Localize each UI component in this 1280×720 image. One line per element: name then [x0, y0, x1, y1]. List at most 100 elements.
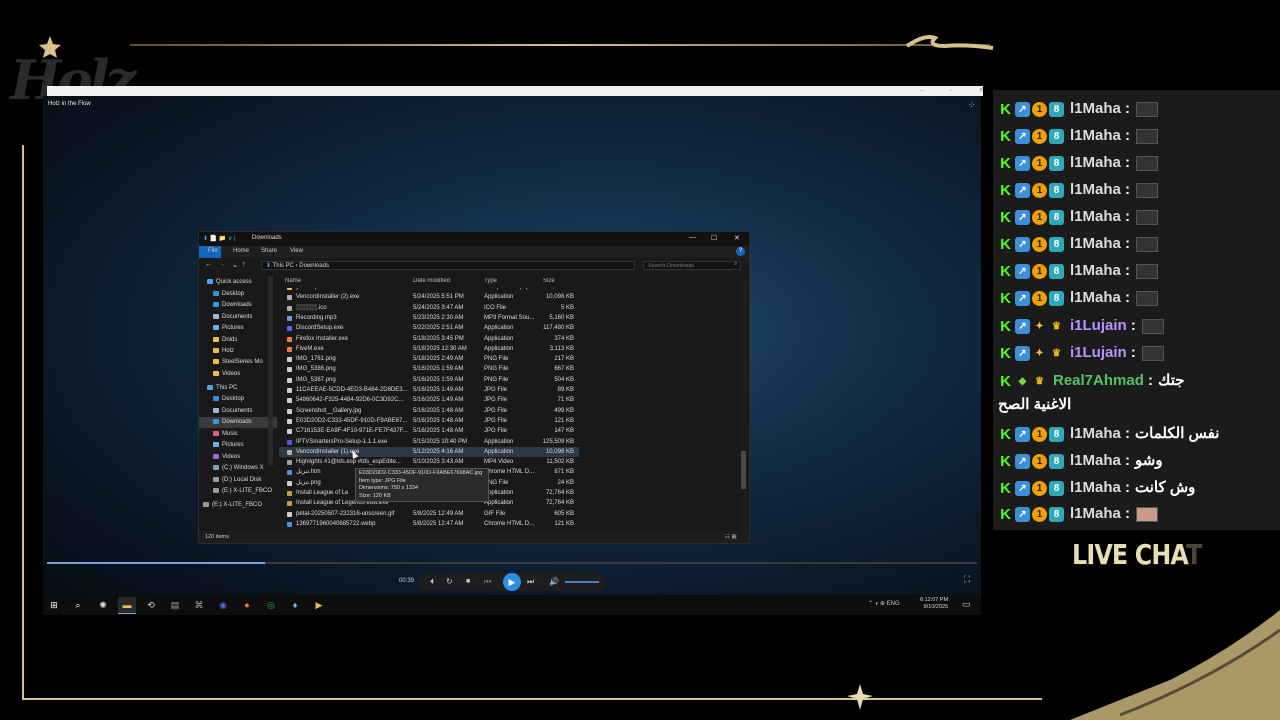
ribbon-tab-file[interactable]: File: [208, 248, 218, 254]
nav-item[interactable]: Videos: [199, 369, 277, 380]
file-row[interactable]: Screenshot__Gallery.jpg 5/16/2025 1:48 AM…: [279, 406, 579, 416]
nav-scrollbar[interactable]: [268, 276, 273, 466]
chat-username[interactable]: l1Maha: [1070, 235, 1121, 252]
steam-icon[interactable]: ♦: [288, 599, 302, 611]
minimize-icon[interactable]: —: [689, 234, 696, 241]
file-row[interactable]: 1369771960040685722.webp 5/8/2025 12:47 A…: [279, 519, 579, 529]
nav-item[interactable]: Desktop: [199, 289, 277, 300]
ribbon-tab-view[interactable]: View: [290, 248, 303, 254]
video-window-controls[interactable]: – ▫ ✕: [920, 86, 996, 94]
chat-username[interactable]: i1Lujain: [1070, 317, 1127, 334]
file-row[interactable]: VencordInstaller (2).exe 5/24/2025 5:51 P…: [279, 292, 579, 302]
search-icon[interactable]: ⌕: [71, 599, 85, 611]
column-size[interactable]: Size: [543, 278, 555, 284]
help-icon[interactable]: ?: [736, 247, 745, 256]
nav-item[interactable]: This PC: [199, 383, 277, 394]
media-player-icon[interactable]: ▶: [312, 599, 326, 611]
chat-username[interactable]: l1Maha: [1070, 505, 1121, 522]
next-icon[interactable]: ⏭: [527, 577, 534, 587]
explorer-quick-icons[interactable]: ⬇ 📄 📁 ∨ |: [203, 235, 236, 242]
up-arrow-icon[interactable]: ↑: [242, 261, 246, 268]
nav-item[interactable]: Pictures: [199, 440, 277, 451]
chat-username[interactable]: l1Maha: [1070, 262, 1121, 279]
file-row[interactable]: VencordInstaller (1).exe 5/12/2025 4:16 A…: [279, 446, 579, 457]
chat-username[interactable]: l1Maha: [1070, 154, 1121, 171]
file-row[interactable]: IMG_5387.png 5/16/2025 1:59 AM PNG File 504…: [279, 375, 579, 385]
address-bar[interactable]: ⬇ This PC › Downloads: [261, 261, 635, 270]
forward-arrow-icon[interactable]: →: [219, 261, 226, 268]
file-row[interactable]: IMG_1761.png 5/18/2025 2:49 AM PNG File 217…: [279, 354, 579, 364]
chat-username[interactable]: l1Maha: [1070, 127, 1121, 144]
nav-item[interactable]: Dnlds: [199, 335, 277, 346]
chat-username[interactable]: l1Maha: [1070, 289, 1121, 306]
obs-icon[interactable]: ◉: [216, 599, 230, 611]
chat-username[interactable]: l1Maha: [1070, 208, 1121, 225]
column-type[interactable]: Type: [484, 278, 497, 284]
maximize-icon[interactable]: ☐: [711, 234, 717, 242]
app-icon[interactable]: ▤: [168, 599, 182, 611]
nav-item[interactable]: Quick access: [199, 277, 277, 288]
nav-item[interactable]: (E:) X-LITE_FBCO: [199, 500, 277, 511]
fullscreen-icon[interactable]: ⛶: [964, 574, 970, 585]
system-tray[interactable]: ⌃ ◖ ⊕ ENG: [868, 600, 900, 607]
file-row[interactable]: C716153E-EA9F-4F10-971E-FE7F437F... 5/16/…: [279, 426, 579, 436]
file-explorer-icon[interactable]: ▬: [120, 599, 134, 611]
nav-item[interactable]: SteelSeries Mo: [199, 357, 277, 368]
chat-username[interactable]: l1Maha: [1070, 452, 1121, 469]
volume-slider[interactable]: [565, 581, 599, 583]
slow-icon[interactable]: ⏴: [430, 577, 434, 587]
view-toggle-icons[interactable]: ☷ ▦: [725, 531, 737, 543]
file-row[interactable]: Firefox Installer.exe 5/18/2025 3:45 PM Ap…: [279, 334, 579, 344]
recent-dropdown-icon[interactable]: ⌄: [232, 261, 238, 269]
stop-icon[interactable]: ■: [466, 578, 470, 585]
nav-item[interactable]: Documents: [199, 406, 277, 417]
nav-item[interactable]: Downloads: [199, 417, 277, 428]
column-date-modified[interactable]: Date modified: [413, 278, 450, 284]
nav-item[interactable]: (D:) Local Disk: [199, 475, 277, 486]
close-icon[interactable]: ✕: [734, 234, 740, 242]
notifications-icon[interactable]: ▭: [962, 599, 971, 610]
ribbon-tab-home[interactable]: Home: [233, 248, 249, 254]
file-row[interactable]: DiscordSetup.exe 5/22/2025 2:51 AM Applica…: [279, 323, 579, 333]
loop-icon[interactable]: ↻: [446, 577, 453, 586]
search-input[interactable]: Search Downloads: [643, 261, 741, 270]
chat-username[interactable]: l1Maha: [1070, 425, 1121, 442]
file-row[interactable]: IMG_5386.png 5/16/2025 1:59 AM PNG File 667…: [279, 364, 579, 374]
nav-item[interactable]: Videos: [199, 452, 277, 463]
play-button[interactable]: ▶: [503, 573, 521, 591]
ribbon-tab-share[interactable]: Share: [261, 248, 277, 254]
file-row[interactable]: Recording.mp3 5/23/2025 2:30 AM MP3 Format…: [279, 313, 579, 323]
back-arrow-icon[interactable]: ←: [205, 261, 212, 268]
chat-username[interactable]: i1Lujain: [1070, 344, 1127, 361]
scrollbar-thumb[interactable]: [741, 451, 746, 489]
nav-item[interactable]: Documents: [199, 312, 277, 323]
chat-username[interactable]: l1Maha: [1070, 100, 1121, 117]
breadcrumb-downloads[interactable]: Downloads: [299, 263, 329, 269]
previous-icon[interactable]: ⏮: [484, 577, 491, 587]
breadcrumb-this-pc[interactable]: This PC: [273, 263, 294, 269]
nav-item[interactable]: Pictures: [199, 323, 277, 334]
terminal-icon[interactable]: ⌘: [192, 599, 206, 611]
nav-item[interactable]: Music: [199, 429, 277, 440]
file-row[interactable]: E03D20D2-C333-45DF-910D-F9ABE67... 5/16/2…: [279, 416, 579, 426]
chat-username[interactable]: l1Maha: [1070, 181, 1121, 198]
back-app-icon[interactable]: ⟲: [144, 599, 158, 611]
chrome-icon[interactable]: ◎: [264, 599, 278, 611]
file-row[interactable]: FiveM.exe 5/18/2025 12:30 AM Application 3,…: [279, 344, 579, 354]
file-row[interactable]: petal-20250507-232316-unscreen.gif 5/8/20…: [279, 509, 579, 519]
grid-icon[interactable]: ⁘: [968, 100, 976, 111]
chat-username[interactable]: Real7Ahmad: [1053, 372, 1144, 389]
file-row[interactable]: 54860642-F325-4484-92D6-0C3D92C... 5/16/2…: [279, 395, 579, 405]
file-list-scrollbar[interactable]: [740, 278, 747, 531]
volume-icon[interactable]: 🔊: [549, 577, 559, 586]
nav-item[interactable]: (E:) X-LITE_FBCO: [199, 486, 277, 497]
windows-start-icon[interactable]: ⊞: [47, 599, 61, 611]
clock[interactable]: 6:12:07 PM 9/10/2025: [920, 597, 948, 611]
settings-icon[interactable]: ✺: [96, 599, 110, 611]
column-name[interactable]: Name: [285, 278, 301, 284]
nav-item[interactable]: Downloads: [199, 300, 277, 311]
file-row[interactable]: ░░░░░.ico 5/24/2025 3:47 AM ICO File 5 KB: [279, 303, 579, 313]
nav-item[interactable]: (C:) Windows X: [199, 463, 277, 474]
nav-item[interactable]: Desktop: [199, 394, 277, 405]
file-row[interactable]: IPTVSmartersPro-Setup-1.1.1.exe 5/15/2025…: [279, 437, 579, 447]
